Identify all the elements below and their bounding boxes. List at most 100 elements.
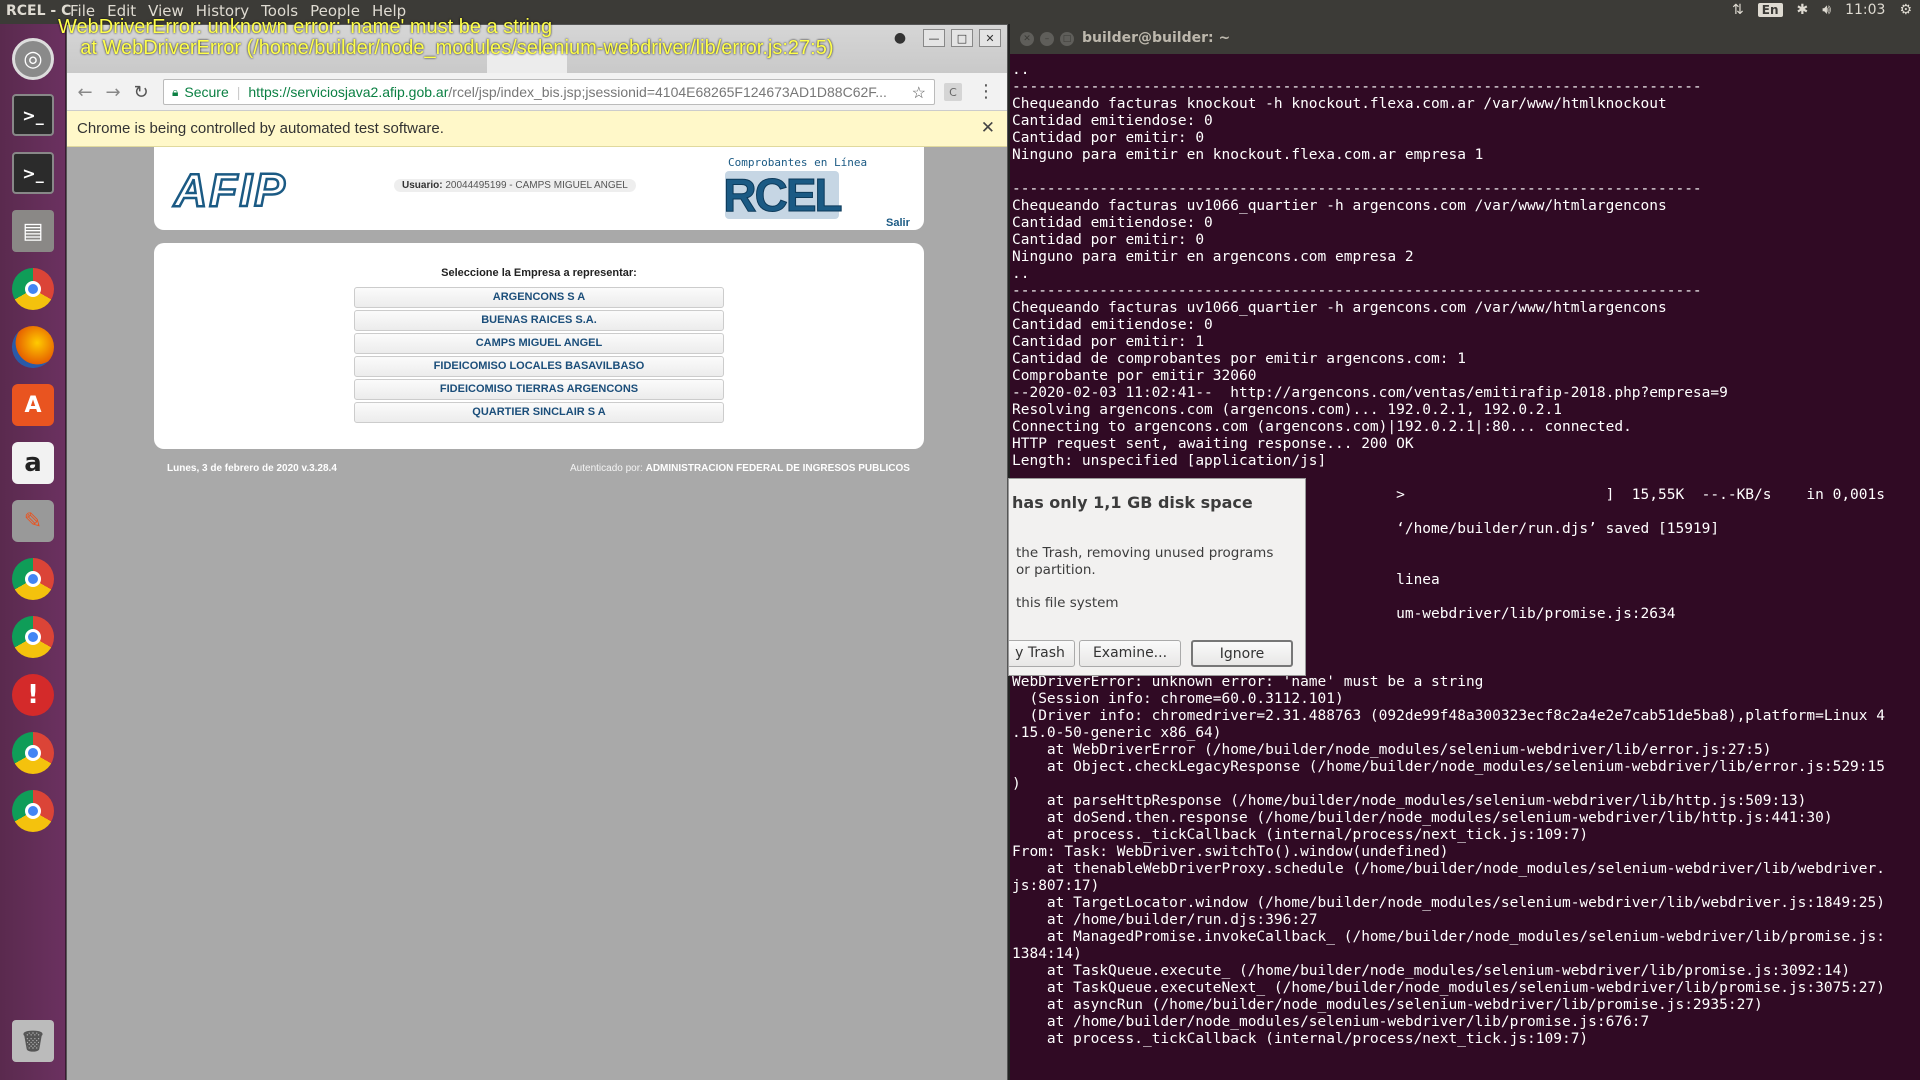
update-notifier-icon[interactable]: ! <box>6 668 60 722</box>
app-title: RCEL - C <box>6 3 72 19</box>
terminal-line: Cantidad por emitir: 1 <box>1012 334 1205 350</box>
volume-icon[interactable]: 🔊︎ <box>1822 2 1831 18</box>
top-panel: RCEL - C File Edit View History Tools Pe… <box>0 0 1920 24</box>
terminal-line: (Driver info: chromedriver=2.31.488763 (… <box>1012 708 1885 724</box>
profile-icon[interactable]: ● <box>889 29 911 47</box>
infobar-close-icon[interactable]: ✕ <box>981 118 995 138</box>
menu-history[interactable]: History <box>196 2 249 20</box>
menu-file[interactable]: File <box>70 2 95 20</box>
terminal-line: at process._tickCallback (internal/proce… <box>1012 827 1589 843</box>
minimize-button[interactable]: — <box>923 29 945 47</box>
terminal-icon[interactable]: >_ <box>6 146 60 200</box>
footer-auth-label: Autenticado por: <box>570 463 643 474</box>
menu-view[interactable]: View <box>148 2 184 20</box>
terminal-line: Ninguno para emitir en argencons.com emp… <box>1012 249 1414 265</box>
back-icon[interactable]: ← <box>75 82 95 103</box>
terminal-line: Cantidad por emitir: 0 <box>1012 130 1205 146</box>
files-icon[interactable]: ▤ <box>6 204 60 258</box>
terminal-line: at parseHttpResponse (/home/builder/node… <box>1012 793 1807 809</box>
terminal-line: WebDriverError: unknown error: 'name' mu… <box>1012 674 1484 690</box>
terminal-line: .15.0-50-generic x86_64) <box>1012 725 1222 741</box>
keyboard-layout-indicator[interactable]: En <box>1757 3 1783 17</box>
gear-icon[interactable]: ⚙ <box>1899 2 1912 18</box>
footer-auth-value: ADMINISTRACION FEDERAL DE INGRESOS PUBLI… <box>645 463 910 474</box>
address-bar[interactable]: 🔒︎ Secure | https://serviciosjava2.afip.… <box>163 79 935 105</box>
chrome-icon[interactable] <box>6 262 60 316</box>
terminal-line: at thenableWebDriverProxy.schedule (/hom… <box>1012 861 1885 877</box>
empresa-list: ARGENCONS S A BUENAS RAICES S.A. CAMPS M… <box>354 287 724 425</box>
trash-icon[interactable]: 🗑︎ <box>6 1014 60 1068</box>
salir-link[interactable]: Salir <box>886 217 910 229</box>
empresa-button[interactable]: FIDEICOMISO TIERRAS ARGENCONS <box>354 379 724 400</box>
chrome-icon[interactable] <box>6 610 60 664</box>
browser-titlebar[interactable]: ● — □ ✕ <box>67 25 1007 73</box>
clock[interactable]: 11:03 <box>1845 2 1885 18</box>
terminal-line: at process._tickCallback (internal/proce… <box>1012 1031 1589 1047</box>
secure-label: Secure <box>184 84 229 100</box>
minimize-icon[interactable]: – <box>1040 32 1054 46</box>
terminal-line: (Session info: chrome=60.0.3112.101) <box>1012 691 1344 707</box>
amazon-icon[interactable]: a <box>6 436 60 490</box>
terminal-line: js:807:17) <box>1012 878 1100 894</box>
examine-button[interactable]: Examine... <box>1079 640 1181 667</box>
terminal-line: at /home/builder/run.djs:396:27 <box>1012 912 1318 928</box>
terminal-titlebar[interactable]: ✕ – □ builder@builder: ~ <box>1010 24 1920 54</box>
ignore-button[interactable]: Ignore <box>1191 640 1293 667</box>
empresa-button[interactable]: BUENAS RAICES S.A. <box>354 310 724 331</box>
menu-tools[interactable]: Tools <box>261 2 298 20</box>
menu-people[interactable]: People <box>310 2 360 20</box>
empty-trash-button[interactable]: y Trash <box>1009 640 1075 667</box>
menu-help[interactable]: Help <box>372 2 406 20</box>
system-settings-icon[interactable]: ✎ <box>6 494 60 548</box>
system-tray: ⇅ En ✱ 🔊︎ 11:03 ⚙ <box>1732 2 1912 18</box>
bluetooth-icon[interactable]: ✱ <box>1797 2 1809 18</box>
url-path: /rcel/jsp/index_bis.jsp;jsessionid=4104E… <box>448 84 887 100</box>
terminal-line: at asyncRun (/home/builder/node_modules/… <box>1012 997 1763 1013</box>
chrome-icon[interactable] <box>6 784 60 838</box>
terminal-line: ----------------------------------------… <box>1012 79 1702 95</box>
afip-header: AFIP Usuario: 20044495199 - CAMPS MIGUEL… <box>154 147 924 230</box>
empresa-panel: Seleccione la Empresa a representar: ARG… <box>154 243 924 449</box>
firefox-icon[interactable] <box>6 320 60 374</box>
terminal-line: Ninguno para emitir en knockout.flexa.co… <box>1012 147 1484 163</box>
browser-toolbar: ← → ↻ 🔒︎ Secure | https://serviciosjava2… <box>67 73 1007 111</box>
network-icon[interactable]: ⇅ <box>1732 2 1744 18</box>
maximize-icon[interactable]: □ <box>1060 32 1074 46</box>
dialog-checkbox-label[interactable]: this file system <box>1016 595 1119 611</box>
chrome-icon[interactable] <box>6 552 60 606</box>
ubuntu-dash-icon[interactable]: ◎ <box>6 32 60 86</box>
extension-button[interactable]: C <box>944 83 962 101</box>
empresa-button[interactable]: ARGENCONS S A <box>354 287 724 308</box>
empresa-button[interactable]: QUARTIER SINCLAIR S A <box>354 402 724 423</box>
terminal-line: Cantidad emitiendose: 0 <box>1012 317 1213 333</box>
software-center-icon[interactable]: A <box>6 378 60 432</box>
launcher: ◎ >_ >_ ▤ A a ✎ ! 🗑︎ <box>0 24 66 1080</box>
chrome-menu-icon[interactable]: ⋮ <box>977 81 995 102</box>
terminal-line: Comprobante por emitir 32060 <box>1012 368 1257 384</box>
browser-tab[interactable] <box>487 51 567 73</box>
url-host: https://serviciosjava2.afip.gob.ar <box>248 84 449 100</box>
terminal-line: Cantidad de comprobantes por emitir arge… <box>1012 351 1466 367</box>
terminal-line: Cantidad emitiendose: 0 <box>1012 113 1213 129</box>
reload-icon[interactable]: ↻ <box>131 82 151 103</box>
maximize-button[interactable]: □ <box>951 29 973 47</box>
close-button[interactable]: ✕ <box>979 29 1001 47</box>
close-icon[interactable]: ✕ <box>1020 32 1034 46</box>
panel-title: Seleccione la Empresa a representar: <box>441 267 637 279</box>
menu-edit[interactable]: Edit <box>107 2 136 20</box>
browser-window: ● — □ ✕ ← → ↻ 🔒︎ Secure | https://servic… <box>66 24 1008 1080</box>
terminal-line: Chequeando facturas uv1066_quartier -h a… <box>1012 198 1667 214</box>
empresa-button[interactable]: FIDEICOMISO LOCALES BASAVILBASO <box>354 356 724 377</box>
bookmark-star-icon[interactable]: ☆ <box>912 83 926 103</box>
terminal-line: 1384:14) <box>1012 946 1082 962</box>
empresa-button[interactable]: CAMPS MIGUEL ANGEL <box>354 333 724 354</box>
terminal-line: at Object.checkLegacyResponse (/home/bui… <box>1012 759 1885 775</box>
footer-date: Lunes, 3 de febrero de 2020 v.3.28.4 <box>167 463 337 474</box>
terminal-icon[interactable]: >_ <box>6 88 60 142</box>
infobar-text: Chrome is being controlled by automated … <box>77 120 444 137</box>
forward-icon[interactable]: → <box>103 82 123 103</box>
separator: | <box>236 84 241 100</box>
chrome-icon[interactable] <box>6 726 60 780</box>
terminal-line: Length: unspecified [application/js] <box>1012 453 1327 469</box>
